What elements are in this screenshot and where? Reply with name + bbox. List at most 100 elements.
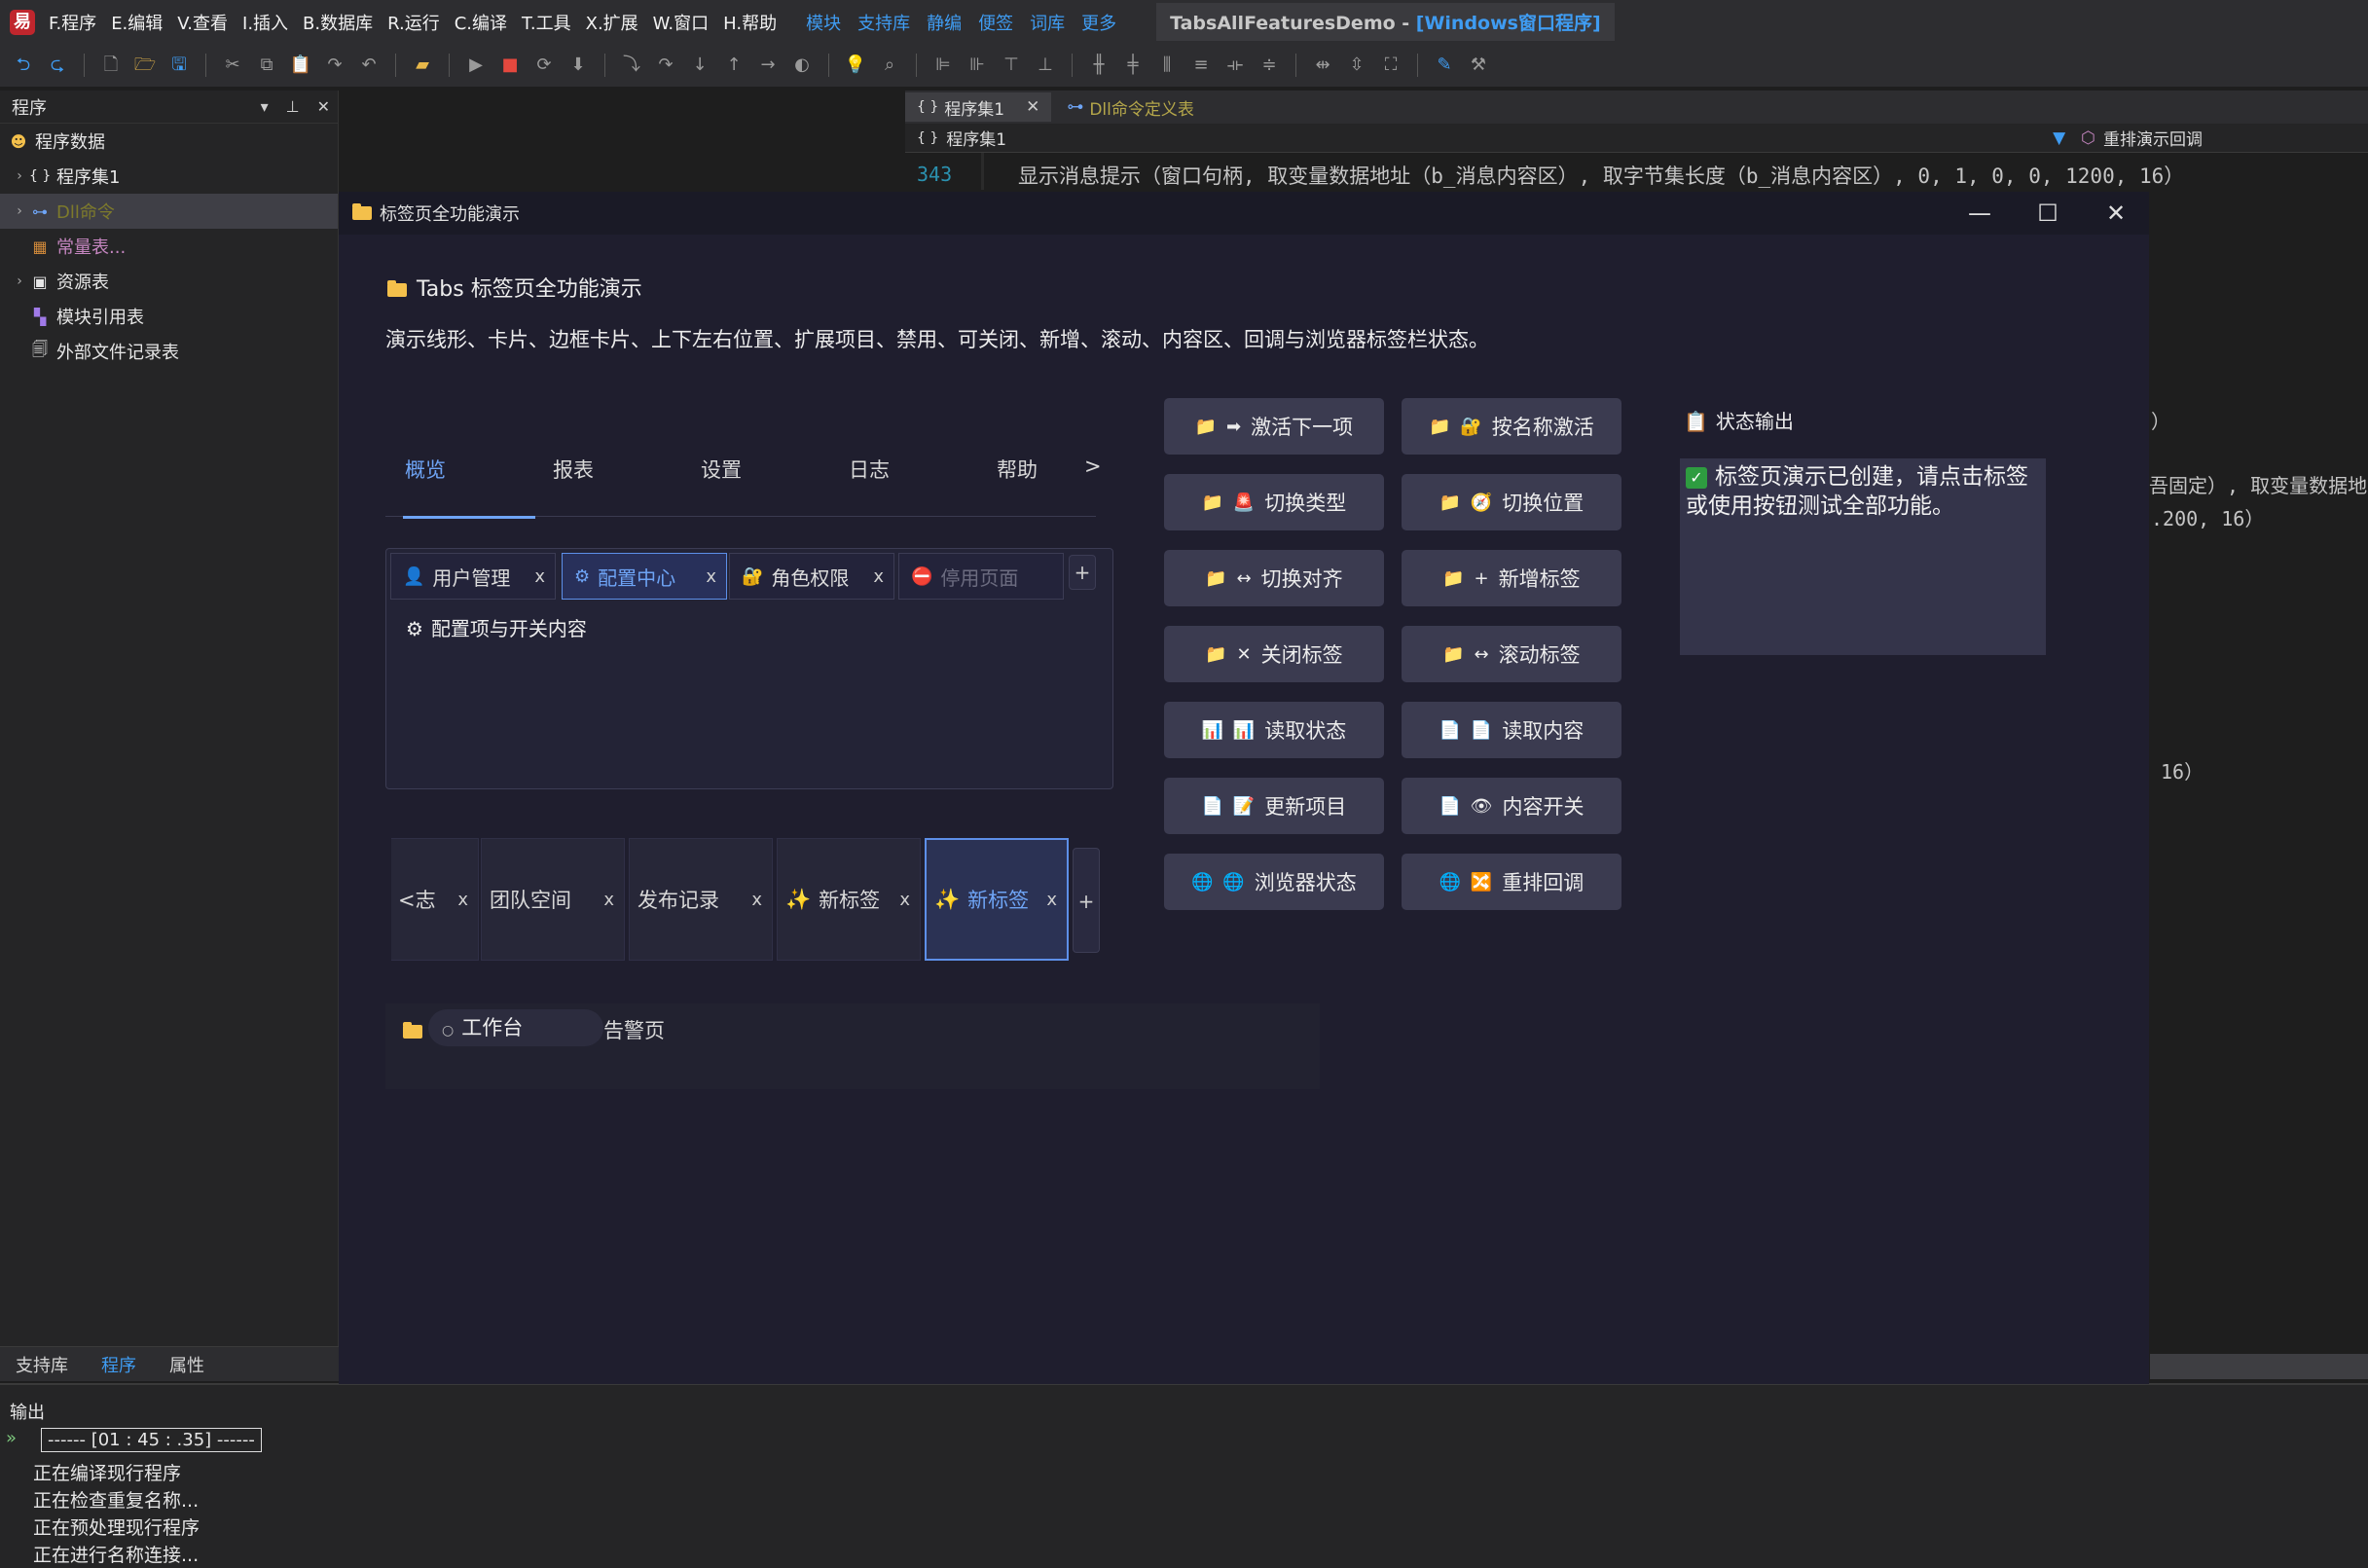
line-tab-overview[interactable]: 概览 <box>405 455 446 484</box>
menu-window[interactable]: W.窗口 <box>653 10 709 35</box>
read-state-button[interactable]: 📊 📊 读取状态 <box>1164 702 1384 758</box>
line-tab-scroll-next[interactable]: > <box>1084 455 1102 478</box>
menu-view[interactable]: V.查看 <box>177 10 228 35</box>
border-tab-new-2[interactable]: ✨ 新标签 x <box>925 838 1069 961</box>
run-icon[interactable]: ▶ <box>464 54 488 77</box>
step-out-icon[interactable]: ↑ <box>722 54 746 77</box>
same-height-icon[interactable]: ⇳ <box>1345 54 1368 77</box>
tree-item-program-data[interactable]: ☻ 程序数据 <box>0 124 338 159</box>
align-top-icon[interactable]: ⊤ <box>1000 54 1023 77</box>
update-item-button[interactable]: 📄 📝 更新项目 <box>1164 778 1384 834</box>
card-tab-roles[interactable]: 🔐 角色权限 x <box>729 553 894 600</box>
maximize-icon[interactable]: ☐ <box>2028 198 2067 229</box>
align-right-icon[interactable]: ⊪ <box>965 54 989 77</box>
link-support-lib[interactable]: 支持库 <box>857 10 910 35</box>
distribute-v-icon[interactable]: ≑ <box>1257 54 1281 77</box>
menu-program[interactable]: F.程序 <box>49 10 96 35</box>
tab-dll-definitions[interactable]: ⊶ Dll命令定义表 <box>1055 92 1206 122</box>
step-in-icon[interactable]: ↓ <box>688 54 711 77</box>
line-tab-logs[interactable]: 日志 <box>849 455 890 484</box>
reorder-callback-button[interactable]: 🌐 🔀 重排回调 <box>1402 854 1621 910</box>
paste-icon[interactable]: 📋 <box>289 54 312 77</box>
chevron-right-icon[interactable]: › <box>10 168 29 184</box>
link-thesaurus[interactable]: 词库 <box>1030 10 1065 35</box>
card-tab-users[interactable]: 👤 用户管理 x <box>390 553 556 600</box>
folder-icon[interactable]: ▰ <box>411 54 434 77</box>
close-tab-icon[interactable]: x <box>1046 890 1057 910</box>
open-folder-icon[interactable]: 🗁 <box>133 54 157 77</box>
line-tab-settings[interactable]: 设置 <box>701 455 742 484</box>
forward-icon[interactable]: ⮎ <box>46 54 69 77</box>
center-v-icon[interactable]: ╪ <box>1121 54 1145 77</box>
lightbulb-icon[interactable]: 💡 <box>844 54 867 77</box>
close-window-icon[interactable]: ✕ <box>2096 198 2135 229</box>
tab-workbench[interactable]: ○ 工作台 <box>428 1009 603 1046</box>
close-tab-icon[interactable]: x <box>751 890 762 910</box>
nav-dropdown-icon[interactable]: ▼ <box>2053 128 2065 148</box>
border-tab-team[interactable]: 团队空间 x <box>481 838 625 961</box>
menu-edit[interactable]: E.编辑 <box>111 10 163 35</box>
close-tab-icon[interactable]: x <box>457 890 468 910</box>
card-tab-config[interactable]: ⚙ 配置中心 x <box>562 553 727 600</box>
tree-item-module-refs[interactable]: ▚ 模块引用表 <box>0 299 338 334</box>
link-static-compile[interactable]: 静编 <box>927 10 962 35</box>
menu-tools[interactable]: T.工具 <box>522 10 571 35</box>
add-tab-button[interactable]: 📁 + 新增标签 <box>1402 550 1621 606</box>
redo-icon[interactable]: ↷ <box>323 54 346 77</box>
chevron-right-icon[interactable]: › <box>10 273 29 289</box>
close-tab-icon[interactable]: x <box>603 890 614 910</box>
demo-window-titlebar[interactable]: 标签页全功能演示 — ☐ ✕ <box>339 192 2149 235</box>
browser-state-button[interactable]: 🌐 🌐 浏览器状态 <box>1164 854 1384 910</box>
align-left-icon[interactable]: ⊫ <box>931 54 955 77</box>
nav-method[interactable]: 重排演示回调 <box>2103 126 2203 150</box>
distribute-h-icon[interactable]: ⟛ <box>1223 54 1247 77</box>
menu-extend[interactable]: X.扩展 <box>586 10 638 35</box>
stop-icon[interactable]: ■ <box>498 54 522 77</box>
menu-help[interactable]: H.帮助 <box>723 10 777 35</box>
space-h-icon[interactable]: ⫼ <box>1155 54 1179 77</box>
tree-item-external-files[interactable]: 🗐 外部文件记录表 <box>0 334 338 369</box>
chevron-right-icon[interactable]: › <box>10 203 29 219</box>
border-tab-log[interactable]: <志 x <box>391 838 479 961</box>
minimize-icon[interactable]: — <box>1960 198 1999 229</box>
cut-icon[interactable]: ✂ <box>221 54 244 77</box>
menu-insert[interactable]: I.插入 <box>242 10 288 35</box>
switch-type-button[interactable]: 📁 🚨 切换类型 <box>1164 474 1384 530</box>
add-card-tab-button[interactable]: + <box>1069 555 1096 590</box>
tree-item-dll-commands[interactable]: › ⊶ Dll命令 <box>0 194 338 229</box>
tree-item-resources[interactable]: › ▣ 资源表 <box>0 264 338 299</box>
pin-icon[interactable]: ⊥ <box>286 97 300 116</box>
close-tab-icon[interactable]: x <box>873 566 884 587</box>
new-file-icon[interactable]: 🗋 <box>99 54 123 77</box>
breakpoint-icon[interactable]: ◐ <box>790 54 814 77</box>
horizontal-scrollbar[interactable] <box>2150 1354 2368 1379</box>
tree-item-constants[interactable]: ▦ 常量表... <box>0 229 338 264</box>
line-tab-help[interactable]: 帮助 <box>997 455 1038 484</box>
close-tab-icon[interactable]: x <box>899 890 910 910</box>
border-tab-new-1[interactable]: ✨ 新标签 x <box>777 838 921 961</box>
close-tab-icon[interactable]: ✕ <box>1026 97 1039 117</box>
space-v-icon[interactable]: ≡ <box>1189 54 1213 77</box>
close-tab-button[interactable]: 📁 ✕ 关闭标签 <box>1164 626 1384 682</box>
line-tab-reports[interactable]: 报表 <box>553 455 594 484</box>
link-module[interactable]: 模块 <box>806 10 841 35</box>
code-line[interactable]: 显示消息提示（窗口句柄, 取变量数据地址（b_消息内容区）, 取字节集长度（b_… <box>1018 161 2184 190</box>
add-border-tab-button[interactable]: + <box>1073 848 1100 953</box>
menu-compile[interactable]: C.编译 <box>455 10 507 35</box>
pen-icon[interactable]: ✎ <box>1433 54 1456 77</box>
find-icon[interactable]: ⌕ <box>878 54 901 77</box>
tab-program[interactable]: 程序 <box>101 1352 136 1377</box>
close-tab-icon[interactable]: x <box>534 566 545 587</box>
nav-scope[interactable]: 程序集1 <box>946 126 1006 150</box>
align-bottom-icon[interactable]: ⊥ <box>1034 54 1057 77</box>
tab-assembly[interactable]: { } 程序集1 ✕ <box>905 92 1052 122</box>
activate-next-button[interactable]: 📁 ➡ 激活下一项 <box>1164 398 1384 455</box>
run-to-cursor-icon[interactable]: → <box>756 54 780 77</box>
undo-icon[interactable]: ↶ <box>357 54 381 77</box>
link-more[interactable]: 更多 <box>1081 10 1116 35</box>
tab-properties[interactable]: 属性 <box>169 1352 204 1377</box>
menu-run[interactable]: R.运行 <box>387 10 440 35</box>
same-size-icon[interactable]: ⛶ <box>1379 54 1403 77</box>
tree-item-assembly[interactable]: › { } 程序集1 <box>0 159 338 194</box>
close-icon[interactable]: ✕ <box>317 97 330 116</box>
